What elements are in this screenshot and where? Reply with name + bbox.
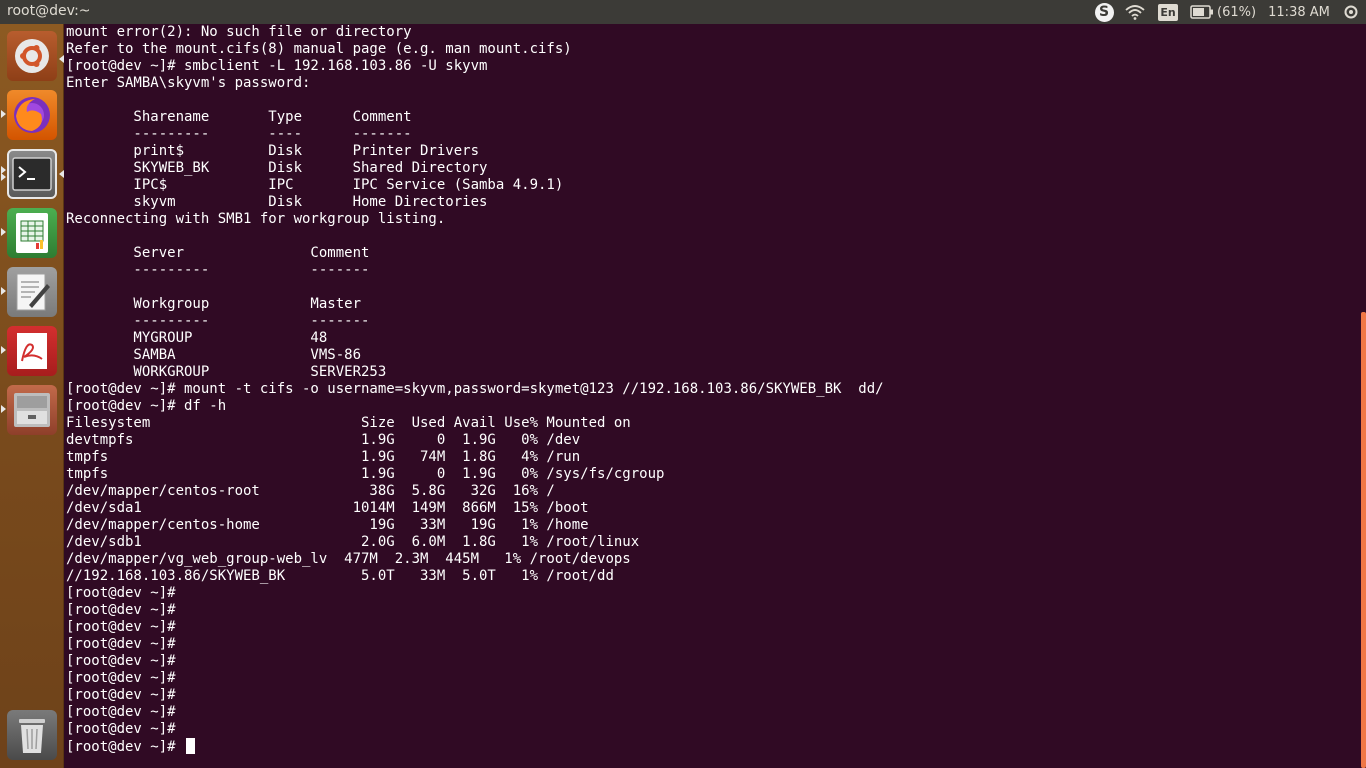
firefox-icon <box>14 97 50 133</box>
launcher-item-trash[interactable] <box>7 710 57 760</box>
ubuntu-logo-icon <box>15 39 49 73</box>
spreadsheet-icon <box>16 213 48 253</box>
clock-time: 11:38 AM <box>1268 4 1330 20</box>
power-gear-icon <box>1344 5 1358 19</box>
text-cursor <box>186 738 196 754</box>
terminal-line: Server Comment <box>133 245 370 261</box>
window-title: root@dev:~ <box>7 3 91 19</box>
terminal-line: Sharename Type Comment <box>133 109 412 125</box>
launcher-item-text-editor[interactable] <box>7 267 57 317</box>
terminal-line: Workgroup Master <box>133 296 362 312</box>
terminal-line: Reconnecting with SMB1 for workgroup lis… <box>66 211 446 227</box>
terminal-line: --------- ------- <box>133 313 370 329</box>
terminal-line: [root@dev ~]# <box>66 721 176 737</box>
running-pip-calc <box>1 228 6 236</box>
launcher-item-pdf-viewer[interactable] <box>7 326 57 376</box>
wifi-indicator[interactable] <box>1124 0 1146 24</box>
keyboard-layout-indicator[interactable]: En <box>1157 0 1179 24</box>
terminal-output[interactable]: mount error(2): No such file or director… <box>66 24 884 756</box>
terminal-line: [root@dev ~]# <box>66 602 176 618</box>
terminal-line: SAMBA VMS-86 <box>133 347 362 363</box>
terminal-line: [root@dev ~]# <box>66 687 176 703</box>
terminal-window[interactable]: mount error(2): No such file or director… <box>64 24 1366 768</box>
trash-icon <box>19 719 45 753</box>
running-pip-pdf <box>1 346 6 354</box>
launcher-item-firefox[interactable] <box>7 90 57 140</box>
running-pip-editor <box>1 287 6 295</box>
clock[interactable]: 11:38 AM <box>1266 0 1332 24</box>
terminal-line: /dev/sdb1 2.0G 6.0M 1.8G 1% /root/linux <box>66 534 640 550</box>
terminal-line: WORKGROUP SERVER253 <box>133 364 387 380</box>
terminal-line: Filesystem Size Used Avail Use% Mounted … <box>66 415 631 431</box>
terminal-line: [root@dev ~]# smbclient -L 192.168.103.8… <box>66 58 488 74</box>
terminal-line: Enter SAMBA\skyvm's password: <box>66 75 311 91</box>
terminal-line: [root@dev ~]# mount -t cifs -o username=… <box>66 381 884 397</box>
running-pip-files <box>1 405 6 413</box>
terminal-line: [root@dev ~]# <box>66 704 176 720</box>
terminal-line: mount error(2): No such file or director… <box>66 24 412 40</box>
wifi-icon <box>1125 5 1145 20</box>
battery-indicator[interactable]: (61%) <box>1190 0 1260 24</box>
terminal-line: /dev/mapper/vg_web_group-web_lv 477M 2.3… <box>66 551 631 567</box>
terminal-line: Refer to the mount.cifs(8) manual page (… <box>66 41 572 57</box>
terminal-line: tmpfs 1.9G 74M 1.8G 4% /run <box>66 449 581 465</box>
terminal-line: [root@dev ~]# <box>66 636 176 652</box>
terminal-line: IPC$ IPC IPC Service (Samba 4.9.1) <box>133 177 564 193</box>
terminal-line: skyvm Disk Home Directories <box>133 194 488 210</box>
launcher-item-dash[interactable] <box>7 31 57 81</box>
skype-indicator[interactable]: S <box>1093 0 1115 24</box>
running-pip-firefox <box>1 110 6 118</box>
battery-percent: (61%) <box>1217 4 1257 20</box>
keyboard-layout-label: En <box>1158 3 1178 21</box>
terminal-icon <box>12 157 52 191</box>
power-indicator[interactable] <box>1341 0 1361 24</box>
terminal-line: MYGROUP 48 <box>133 330 328 346</box>
terminal-line: [root@dev ~]# <box>66 619 176 635</box>
pdf-icon <box>17 333 47 369</box>
terminal-line: /dev/sda1 1014M 149M 866M 15% /boot <box>66 500 589 516</box>
terminal-history: mount error(2): No such file or director… <box>66 24 884 737</box>
terminal-line: [root@dev ~]# df -h <box>66 398 227 414</box>
launcher-item-libreoffice-calc[interactable] <box>7 208 57 258</box>
terminal-line: [root@dev ~]# <box>66 653 176 669</box>
terminal-line: [root@dev ~]# <box>66 670 176 686</box>
terminal-scrollbar[interactable] <box>1361 312 1366 768</box>
terminal-line: /dev/mapper/centos-home 19G 33M 19G 1% /… <box>66 517 589 533</box>
launcher-item-terminal[interactable] <box>7 149 57 199</box>
top-panel: root@dev:~ S En (61%) 11:38 AM <box>0 0 1366 24</box>
terminal-line: --------- ---- ------- <box>133 126 412 142</box>
terminal-prompt: [root@dev ~]# <box>66 739 185 755</box>
terminal-line: //192.168.103.86/SKYWEB_BK 5.0T 33M 5.0T… <box>66 568 614 584</box>
skype-icon: S <box>1094 2 1114 22</box>
terminal-line: /dev/mapper/centos-root 38G 5.8G 32G 16%… <box>66 483 555 499</box>
terminal-line: tmpfs 1.9G 0 1.9G 0% /sys/fs/cgroup <box>66 466 665 482</box>
terminal-line: SKYWEB_BK Disk Shared Directory <box>133 160 488 176</box>
launcher-item-file-manager[interactable] <box>7 385 57 435</box>
terminal-line: print$ Disk Printer Drivers <box>133 143 480 159</box>
terminal-line: devtmpfs 1.9G 0 1.9G 0% /dev <box>66 432 581 448</box>
terminal-line: [root@dev ~]# <box>66 585 176 601</box>
text-editor-icon <box>16 273 50 311</box>
file-cabinet-icon <box>14 393 50 427</box>
terminal-line: --------- ------- <box>133 262 370 278</box>
running-pip-terminal-2 <box>1 173 6 181</box>
launcher <box>0 24 64 768</box>
battery-icon <box>1190 5 1213 19</box>
